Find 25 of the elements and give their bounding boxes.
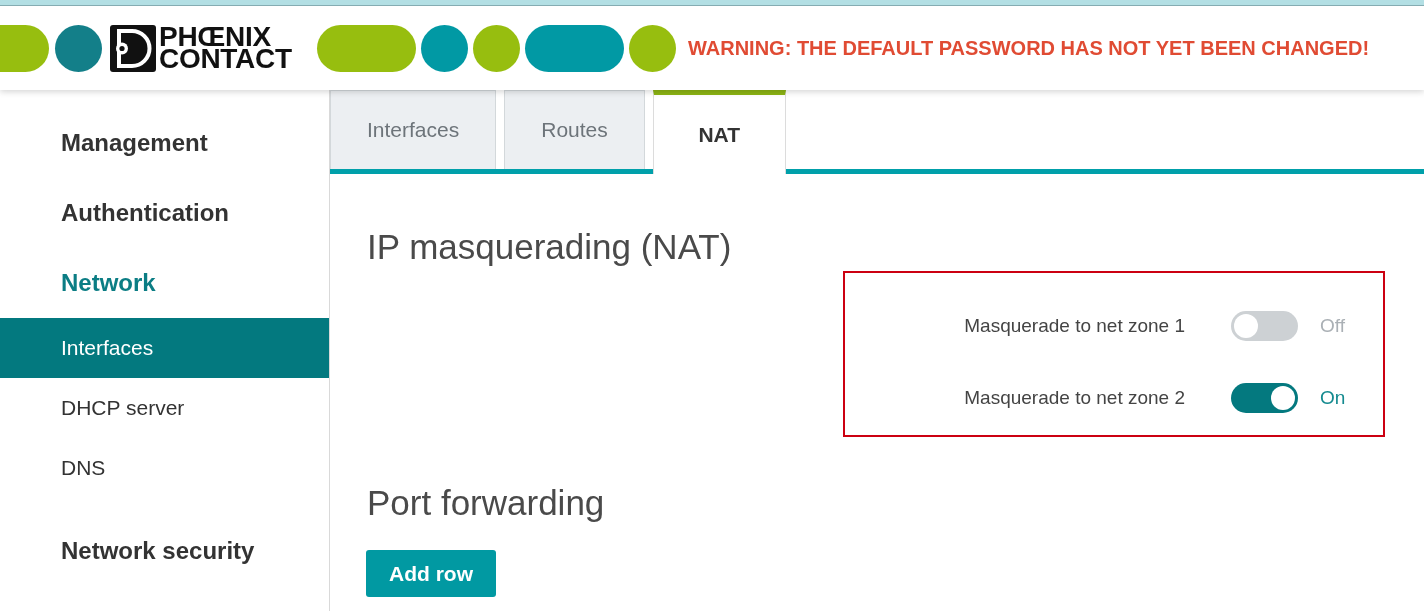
logo-icon [110,24,156,72]
section-heading: IP masquerading (NAT) [367,226,732,268]
tab[interactable]: Interfaces [330,90,497,169]
section-heading: Port forwarding [367,482,605,524]
sidebar-item[interactable]: Network security [0,516,329,586]
setting-label: Masquerade to net zone 1 [964,315,1185,337]
logo-wordmark: PHŒNIX CONTACT [159,26,293,70]
sidebar-subitem[interactable]: DNS [0,438,329,498]
tab[interactable]: NAT [652,90,786,174]
circle-decoration [421,24,468,72]
setting-label: Masquerade to net zone 2 [964,387,1185,409]
toggle-switch[interactable] [1231,383,1298,413]
sidebar-item[interactable]: Network [0,248,329,318]
tab[interactable]: Routes [504,90,645,169]
circle-decoration [55,24,102,72]
password-warning: WARNING: THE DEFAULT PASSWORD HAS NOT YET BEEN CHANGED! [688,36,1370,60]
circle-decoration [629,24,676,72]
sidebar-item[interactable]: Authentication [0,178,329,248]
sidebar-subitem[interactable]: DHCP server [0,378,329,438]
toggle-state-text: On [1320,387,1346,408]
toggle-state-text: Off [1320,315,1345,336]
toggle-switch[interactable] [1231,311,1298,341]
circle-decoration [473,24,520,72]
sidebar-item[interactable]: Management [0,108,329,178]
sidebar-subitem[interactable]: Interfaces [0,318,329,378]
